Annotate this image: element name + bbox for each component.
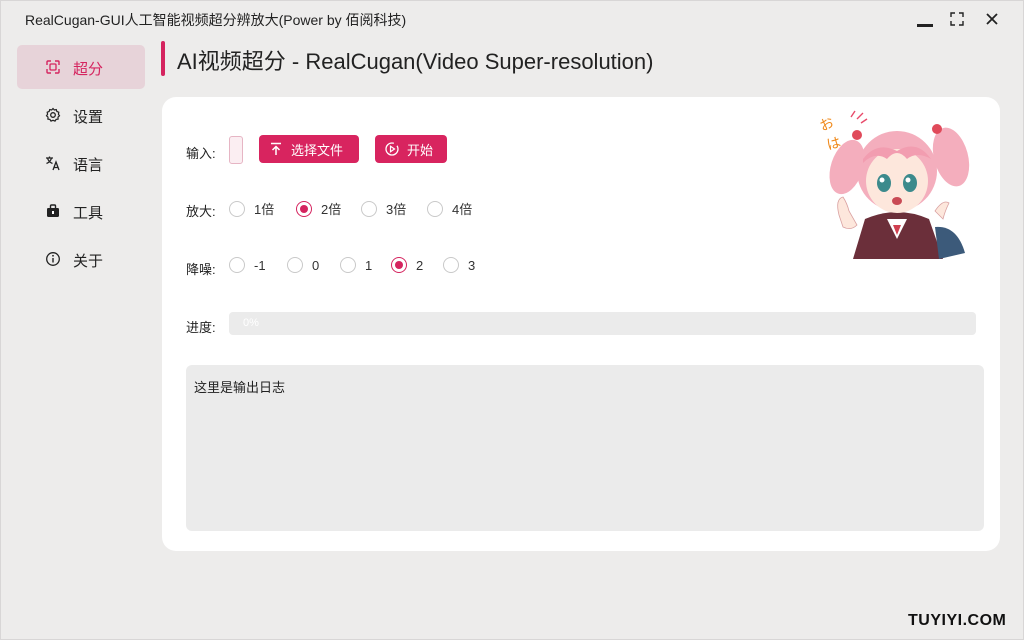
maximize-button[interactable] [941,5,973,33]
radio-label: 4倍 [452,202,473,217]
close-button[interactable] [976,5,1008,33]
upload-icon [269,142,283,156]
minimize-button[interactable] [909,5,941,33]
radio-label: 1 [365,257,373,273]
output-log[interactable]: 这里是输出日志 [186,365,984,531]
watermark-text: TUYIYI.COM [908,612,1007,629]
start-label: 开始 [407,142,434,158]
sidebar-item-tools[interactable]: 工具 [17,189,145,233]
close-icon [986,13,998,25]
radio-circle [427,200,443,217]
anime-mascot-illustration: お は よ [817,110,970,259]
scale-option-3x[interactable]: 3倍 [361,199,406,218]
progress-text: 0% [243,317,259,329]
denoise-option-2[interactable]: 2 [391,257,423,273]
input-label: 输入: [186,146,216,161]
scale-label: 放大: [186,204,216,219]
start-button[interactable]: 开始 [375,135,447,163]
sidebar-item-label: 关于 [73,253,104,270]
radio-circle [229,257,245,273]
minimize-icon [917,23,933,27]
radio-circle [391,257,407,273]
sidebar-item-label: 工具 [73,205,104,222]
denoise-option-3[interactable]: 3 [443,257,475,273]
progress-label: 进度: [186,320,216,335]
radio-label: -1 [254,257,266,273]
denoise-option-1[interactable]: 1 [340,257,372,273]
maximize-icon [950,12,964,26]
translate-icon [45,155,61,171]
title-bar[interactable]: RealCugan-GUI人工智能视频超分辨放大(Power by 佰阅科技) [1,1,1024,35]
sidebar-item-label: 超分 [73,61,104,78]
progress-bar: 0% [229,312,976,335]
radio-label: 2倍 [321,202,342,217]
sidebar-item-language[interactable]: 语言 [17,141,145,185]
sidebar-item-settings[interactable]: 设置 [17,93,145,137]
radio-circle [443,257,459,273]
radio-label: 3 [468,257,476,273]
scale-option-4x[interactable]: 4倍 [427,199,472,218]
page-title: AI视频超分 - RealCugan(Video Super-resolutio… [177,49,654,74]
title-accent-bar [161,41,165,76]
window-title: RealCugan-GUI人工智能视频超分辨放大(Power by 佰阅科技) [25,12,407,28]
input-file-field[interactable] [229,136,243,164]
radio-label: 0 [312,257,320,273]
sidebar-item-about[interactable]: 关于 [17,237,145,281]
radio-circle [361,200,377,217]
sidebar-item-upscale[interactable]: 超分 [17,45,145,89]
radio-circle [287,257,303,273]
svg-text:お: お [817,115,836,135]
scale-option-1x[interactable]: 1倍 [229,199,274,218]
select-file-label: 选择文件 [291,142,344,158]
app-window: RealCugan-GUI人工智能视频超分辨放大(Power by 佰阅科技) … [0,0,1024,640]
radio-label: 3倍 [386,202,407,217]
upscale-icon [45,59,61,75]
log-text: 这里是输出日志 [194,380,286,395]
radio-label: 2 [416,257,424,273]
radio-label: 1倍 [254,202,275,217]
scale-option-2x[interactable]: 2倍 [296,199,341,218]
denoise-option-minus1[interactable]: -1 [229,257,266,273]
play-circle-icon [385,142,399,156]
sidebar-item-label: 语言 [73,157,104,174]
main-card: 输入: 选择文件 开始 放大: 1倍 2倍 3倍 4倍 降噪: -1 0 1 2… [162,97,1000,551]
gear-icon [45,107,61,123]
denoise-label: 降噪: [186,262,216,277]
radio-circle [296,200,312,217]
sidebar: 超分 设置 语言 工具 关于 [17,45,145,285]
sidebar-item-label: 设置 [73,109,104,126]
info-icon [45,251,61,267]
radio-circle [340,257,356,273]
denoise-option-0[interactable]: 0 [287,257,319,273]
radio-circle [229,200,245,217]
select-file-button[interactable]: 选择文件 [259,135,359,163]
toolbox-icon [45,203,61,219]
